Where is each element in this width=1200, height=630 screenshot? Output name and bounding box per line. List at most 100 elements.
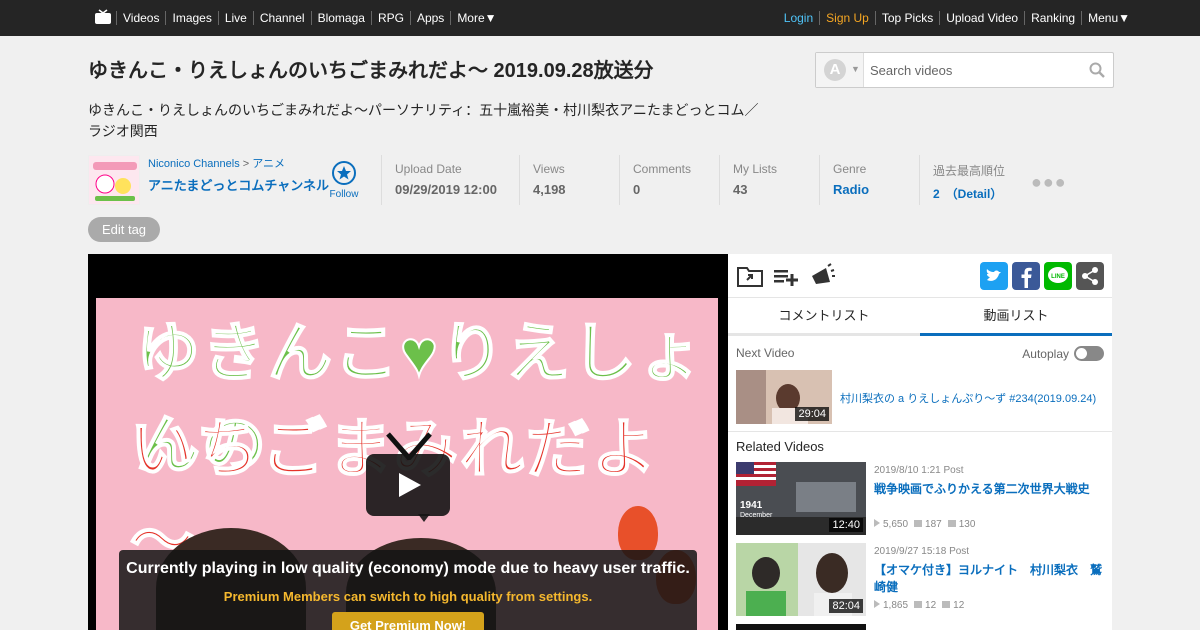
- stat-value: 43: [733, 182, 748, 197]
- notice-main-text: Currently playing in low quality (econom…: [126, 560, 690, 577]
- next-video-thumbnail[interactable]: 29:04: [736, 370, 832, 424]
- related-video-date: 2019/9/27 15:18 Post: [874, 546, 970, 557]
- play-button[interactable]: [366, 454, 450, 516]
- nav-blomaga[interactable]: Blomaga: [310, 11, 371, 25]
- related-video-title[interactable]: 戦争映画でふりかえる第二次世界大戦史: [874, 481, 1102, 498]
- channel-name-link[interactable]: アニたまどっとコムチャンネル: [148, 175, 329, 194]
- nav-videos[interactable]: Videos: [116, 11, 165, 25]
- folder-icon: [947, 520, 956, 527]
- panel-toolbar: LINE: [728, 254, 1112, 298]
- autoplay-control: Autoplay: [1022, 346, 1104, 361]
- economy-mode-notice: Currently playing in low quality (econom…: [119, 550, 697, 630]
- nav-channel[interactable]: Channel: [252, 11, 311, 25]
- nav-right: Login Sign Up Top Picks Upload Video Ran…: [778, 11, 1136, 25]
- toggle-knob: [1076, 348, 1087, 359]
- facebook-share-icon[interactable]: [1012, 262, 1040, 290]
- mylists-count: 130: [947, 519, 975, 530]
- comments-count: 12: [914, 600, 936, 611]
- comments-count: 187: [914, 519, 942, 530]
- nav-rpg[interactable]: RPG: [370, 11, 410, 25]
- nav-live[interactable]: Live: [217, 11, 253, 25]
- stat-comments: Comments 0: [619, 155, 719, 205]
- nav-menu[interactable]: Menu▼: [1081, 11, 1136, 25]
- stat-value: 4,198: [533, 182, 566, 197]
- duration-badge: 12:40: [829, 518, 863, 532]
- related-video-thumbnail[interactable]: 1941 December 12:40: [736, 462, 866, 535]
- comment-icon: [914, 601, 923, 608]
- search-input[interactable]: [870, 60, 1080, 80]
- share-icon[interactable]: [1076, 262, 1104, 290]
- global-nav-bar: Videos Images Live Channel Blomaga RPG A…: [0, 0, 1200, 36]
- folder-icon[interactable]: [736, 262, 764, 290]
- nav-left: Videos Images Live Channel Blomaga RPG A…: [116, 11, 503, 25]
- thumbnail-month-text: December: [740, 512, 773, 519]
- play-icon: [399, 473, 421, 497]
- login-link[interactable]: Login: [778, 11, 819, 25]
- autoplay-toggle[interactable]: [1074, 346, 1104, 361]
- stat-value: 0: [633, 182, 641, 197]
- video-player[interactable]: ゆきんこ♥りえしょんの いちごまみれだよ～ Currently playing …: [88, 254, 728, 630]
- divider: [728, 431, 1112, 432]
- svg-text:LINE: LINE: [1051, 274, 1065, 280]
- tab-video-list[interactable]: 動画リスト: [920, 298, 1112, 336]
- channel-avatar[interactable]: [88, 155, 140, 205]
- niconico-logo-icon[interactable]: [94, 9, 112, 25]
- nav-images[interactable]: Images: [165, 11, 217, 25]
- nav-ranking[interactable]: Ranking: [1024, 11, 1081, 25]
- views-count: 5,650: [874, 519, 908, 530]
- related-video-stats: 5,650 187 130: [874, 519, 975, 530]
- twitter-share-icon[interactable]: [980, 262, 1008, 290]
- related-video-date: 2019/8/10 1:21 Post: [874, 465, 964, 476]
- related-video-stats: 1,865 12 12: [874, 600, 964, 611]
- get-premium-button[interactable]: Get Premium Now!: [332, 612, 484, 630]
- related-video-thumbnail[interactable]: [736, 624, 866, 630]
- genre-link[interactable]: Radio: [833, 182, 919, 197]
- tab-comment-list[interactable]: コメントリスト: [728, 298, 920, 336]
- stat-label: My Lists: [733, 162, 778, 176]
- nav-upload-video[interactable]: Upload Video: [939, 11, 1024, 25]
- rank-detail-link[interactable]: 2 （Detail）: [933, 185, 1019, 202]
- side-panel: LINE コメントリスト 動画リスト Next Video Autoplay 2…: [728, 254, 1112, 630]
- line-share-icon[interactable]: LINE: [1044, 262, 1072, 290]
- advertise-icon[interactable]: [808, 262, 836, 290]
- stat-label: Comments: [633, 162, 692, 176]
- breadcrumb-category-link[interactable]: アニメ: [252, 158, 285, 170]
- edit-tag-button[interactable]: Edit tag: [88, 217, 160, 242]
- nav-top-picks[interactable]: Top Picks: [874, 11, 939, 25]
- stat-best-rank: 過去最高順位 2 （Detail）: [919, 155, 1019, 205]
- mylists-count: 12: [942, 600, 964, 611]
- search-icon[interactable]: [1089, 62, 1105, 78]
- signup-link[interactable]: Sign Up: [819, 11, 875, 25]
- video-description: ゆきんこ・りえしょんのいちごまみれだよ～パーソナリティ：五十嵐裕美・村川梨衣アニ…: [88, 102, 759, 139]
- stat-value: 09/29/2019 12:00: [395, 182, 497, 197]
- chevron-down-icon: ▼: [851, 64, 860, 74]
- play-count-icon: [874, 600, 880, 608]
- search-filter-icon: A: [824, 59, 846, 81]
- channel-logo-icon: [89, 156, 139, 204]
- duration-badge: 82:04: [829, 599, 863, 613]
- add-to-mylist-icon[interactable]: [772, 262, 800, 290]
- breadcrumb-separator: >: [242, 158, 250, 170]
- next-video-label: Next Video: [736, 346, 795, 360]
- views-count: 1,865: [874, 600, 908, 611]
- related-video-thumbnail[interactable]: 82:04: [736, 543, 866, 616]
- tv-foot-decoration: [418, 514, 430, 522]
- stat-genre: Genre Radio: [819, 155, 919, 205]
- more-options-icon[interactable]: ●●●: [1031, 172, 1067, 193]
- follow-button[interactable]: Follow: [329, 161, 359, 200]
- notice-sub-text: Premium Members can switch to high quali…: [223, 589, 593, 604]
- channel-breadcrumb: Niconico Channels > アニメ: [148, 155, 285, 171]
- stat-mylists: My Lists 43: [719, 155, 819, 205]
- duration-badge: 29:04: [795, 407, 829, 421]
- stat-upload-date: Upload Date 09/29/2019 12:00: [381, 155, 519, 205]
- autoplay-label: Autoplay: [1022, 346, 1069, 361]
- related-video-title[interactable]: 【オマケ付き】ヨルナイト 村川梨衣 鷲崎健: [874, 562, 1102, 596]
- next-video-title[interactable]: 村川梨衣の a りえしょんぷり～ず #234(2019.09.24): [840, 390, 1105, 406]
- search-filter-dropdown[interactable]: A ▼: [816, 53, 864, 87]
- stat-views: Views 4,198: [519, 155, 619, 205]
- nav-more[interactable]: More▼: [450, 11, 502, 25]
- stat-label: Genre: [833, 162, 867, 176]
- search-box: A ▼: [815, 52, 1114, 88]
- breadcrumb-channels-link[interactable]: Niconico Channels: [148, 158, 240, 170]
- nav-apps[interactable]: Apps: [409, 11, 450, 25]
